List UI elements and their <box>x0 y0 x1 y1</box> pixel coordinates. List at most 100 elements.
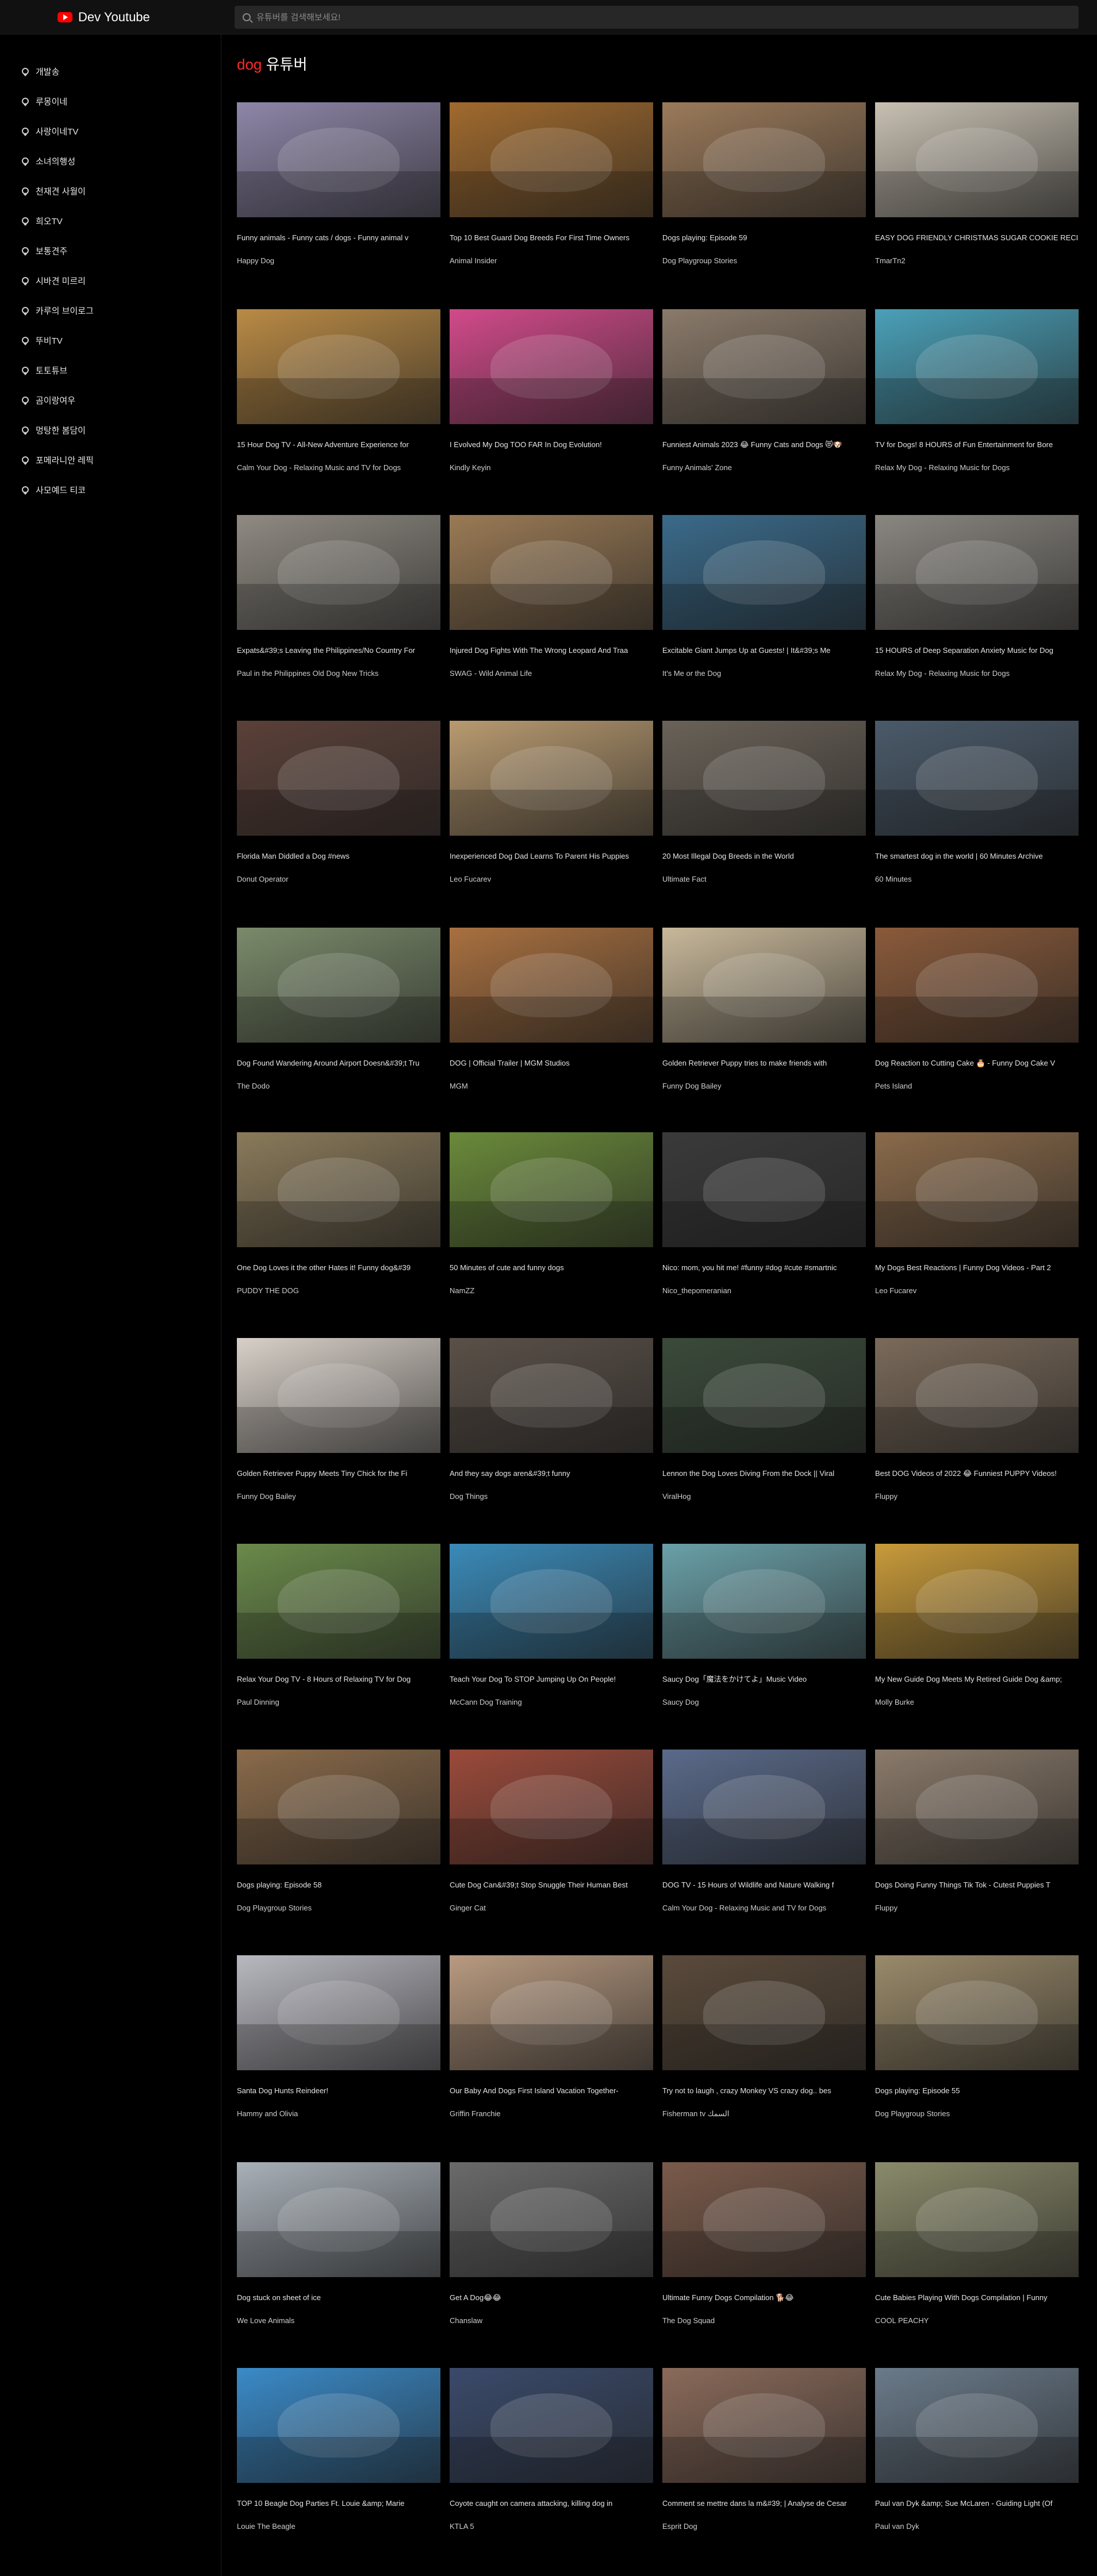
video-title[interactable]: 15 Hour Dog TV - All-New Adventure Exper… <box>237 440 440 449</box>
video-card[interactable]: Excitable Giant Jumps Up at Guests! | It… <box>662 515 866 705</box>
video-thumbnail[interactable] <box>450 928 653 1043</box>
video-title[interactable]: Excitable Giant Jumps Up at Guests! | It… <box>662 646 866 655</box>
channel-name[interactable]: Funny Dog Bailey <box>237 1492 440 1501</box>
video-card[interactable]: Paul van Dyk &amp; Sue McLaren - Guiding… <box>875 2368 1079 2558</box>
video-card[interactable]: Golden Retriever Puppy tries to make fri… <box>662 928 866 1117</box>
sidebar-item[interactable]: 포메라니안 레픽 <box>0 445 221 475</box>
video-thumbnail[interactable] <box>237 1132 440 1247</box>
channel-name[interactable]: Chanslaw <box>450 2316 653 2325</box>
video-card[interactable]: My New Guide Dog Meets My Retired Guide … <box>875 1544 1079 1733</box>
video-title[interactable]: I Evolved My Dog TOO FAR In Dog Evolutio… <box>450 440 653 449</box>
channel-name[interactable]: COOL PEACHY <box>875 2316 1079 2325</box>
video-thumbnail[interactable] <box>662 2162 866 2277</box>
channel-name[interactable]: Dog Things <box>450 1492 653 1501</box>
video-title[interactable]: Cute Dog Can&#39;t Stop Snuggle Their Hu… <box>450 1881 653 1890</box>
search-bar[interactable] <box>235 6 1079 29</box>
channel-name[interactable]: Dog Playgroup Stories <box>875 2109 1079 2119</box>
video-card[interactable]: Lennon the Dog Loves Diving From the Doc… <box>662 1338 866 1528</box>
video-thumbnail[interactable] <box>237 102 440 217</box>
video-title[interactable]: Dog Found Wandering Around Airport Doesn… <box>237 1059 440 1068</box>
home-logo[interactable]: Dev Youtube <box>57 8 150 26</box>
video-title[interactable]: Expats&#39;s Leaving the Philippines/No … <box>237 646 440 655</box>
channel-name[interactable]: Donut Operator <box>237 875 440 884</box>
video-thumbnail[interactable] <box>662 2368 866 2483</box>
channel-name[interactable]: Paul van Dyk <box>875 2522 1079 2531</box>
channel-name[interactable]: Funny Dog Bailey <box>662 1082 866 1091</box>
video-title[interactable]: Dogs playing: Episode 59 <box>662 233 866 243</box>
video-title[interactable]: 50 Minutes of cute and funny dogs <box>450 1263 653 1272</box>
video-thumbnail[interactable] <box>875 1544 1079 1659</box>
channel-name[interactable]: Kindly Keyin <box>450 463 653 472</box>
video-card[interactable]: DOG | Official Trailer | MGM Studios MGM <box>450 928 653 1117</box>
video-card[interactable]: Comment se mettre dans la m&#39; | Analy… <box>662 2368 866 2558</box>
channel-name[interactable]: Molly Burke <box>875 1698 1079 1707</box>
sidebar-item[interactable]: 곰이랑여우 <box>0 385 221 415</box>
video-thumbnail[interactable] <box>875 1955 1079 2070</box>
channel-name[interactable]: TmarTn2 <box>875 256 1079 266</box>
video-card[interactable]: Try not to laugh , crazy Monkey VS crazy… <box>662 1955 866 2145</box>
channel-name[interactable]: Relax My Dog - Relaxing Music for Dogs <box>875 463 1079 472</box>
channel-name[interactable]: Leo Fucarev <box>450 875 653 884</box>
channel-name[interactable]: Calm Your Dog - Relaxing Music and TV fo… <box>662 1904 866 1913</box>
video-title[interactable]: Injured Dog Fights With The Wrong Leopar… <box>450 646 653 655</box>
video-card[interactable]: Nico: mom, you hit me! #funny #dog #cute… <box>662 1132 866 1322</box>
video-title[interactable]: The smartest dog in the world | 60 Minut… <box>875 852 1079 861</box>
video-title[interactable]: EASY DOG FRIENDLY CHRISTMAS SUGAR COOKIE… <box>875 233 1079 243</box>
video-thumbnail[interactable] <box>875 928 1079 1043</box>
video-card[interactable]: One Dog Loves it the other Hates it! Fun… <box>237 1132 440 1322</box>
video-title[interactable]: Best DOG Videos of 2022 😂 Funniest PUPPY… <box>875 1469 1079 1478</box>
video-thumbnail[interactable] <box>450 1338 653 1453</box>
channel-name[interactable]: Nico_thepomeranian <box>662 1286 866 1295</box>
channel-name[interactable]: Hammy and Olivia <box>237 2109 440 2119</box>
video-thumbnail[interactable] <box>237 1544 440 1659</box>
video-card[interactable]: Dogs playing: Episode 58 Dog Playgroup St… <box>237 1750 440 1939</box>
channel-name[interactable]: Ultimate Fact <box>662 875 866 884</box>
video-thumbnail[interactable] <box>875 1750 1079 1864</box>
video-card[interactable]: Relax Your Dog TV - 8 Hours of Relaxing … <box>237 1544 440 1733</box>
video-title[interactable]: Florida Man Diddled a Dog #news <box>237 852 440 861</box>
video-title[interactable]: Golden Retriever Puppy Meets Tiny Chick … <box>237 1469 440 1478</box>
video-title[interactable]: Try not to laugh , crazy Monkey VS crazy… <box>662 2086 866 2096</box>
sidebar-item[interactable]: 보통견주 <box>0 236 221 266</box>
video-card[interactable]: Dogs Doing Funny Things Tik Tok - Cutest… <box>875 1750 1079 1939</box>
video-title[interactable]: Funniest Animals 2023 😂 Funny Cats and D… <box>662 440 866 449</box>
video-thumbnail[interactable] <box>237 2162 440 2277</box>
video-card[interactable]: I Evolved My Dog TOO FAR In Dog Evolutio… <box>450 309 653 499</box>
video-thumbnail[interactable] <box>662 309 866 424</box>
video-thumbnail[interactable] <box>450 1955 653 2070</box>
video-title[interactable]: My Dogs Best Reactions | Funny Dog Video… <box>875 1263 1079 1272</box>
video-title[interactable]: Our Baby And Dogs First Island Vacation … <box>450 2086 653 2096</box>
video-thumbnail[interactable] <box>662 1955 866 2070</box>
video-title[interactable]: Dogs playing: Episode 58 <box>237 1881 440 1890</box>
video-title[interactable]: One Dog Loves it the other Hates it! Fun… <box>237 1263 440 1272</box>
video-card[interactable]: Dogs playing: Episode 59 Dog Playgroup St… <box>662 102 866 292</box>
video-card[interactable]: Teach Your Dog To STOP Jumping Up On Peo… <box>450 1544 653 1733</box>
video-thumbnail[interactable] <box>237 309 440 424</box>
video-title[interactable]: Relax Your Dog TV - 8 Hours of Relaxing … <box>237 1675 440 1684</box>
channel-name[interactable]: We Love Animals <box>237 2316 440 2325</box>
channel-name[interactable]: MGM <box>450 1082 653 1091</box>
video-title[interactable]: Top 10 Best Guard Dog Breeds For First T… <box>450 233 653 243</box>
video-thumbnail[interactable] <box>662 721 866 836</box>
channel-name[interactable]: Esprit Dog <box>662 2522 866 2531</box>
video-title[interactable]: Dogs playing: Episode 55 <box>875 2086 1079 2096</box>
sidebar-item[interactable]: 희오TV <box>0 206 221 236</box>
video-thumbnail[interactable] <box>450 1544 653 1659</box>
video-title[interactable]: Dogs Doing Funny Things Tik Tok - Cutest… <box>875 1881 1079 1890</box>
channel-name[interactable]: Funny Animals' Zone <box>662 463 866 472</box>
video-card[interactable]: Coyote caught on camera attacking, killi… <box>450 2368 653 2558</box>
video-title[interactable]: TV for Dogs! 8 HOURS of Fun Entertainmen… <box>875 440 1079 449</box>
channel-name[interactable]: Leo Fucarev <box>875 1286 1079 1295</box>
video-title[interactable]: TOP 10 Beagle Dog Parties Ft. Louie &amp… <box>237 2499 440 2508</box>
video-thumbnail[interactable] <box>450 309 653 424</box>
video-thumbnail[interactable] <box>450 721 653 836</box>
sidebar-item[interactable]: 토토튜브 <box>0 355 221 385</box>
video-card[interactable]: EASY DOG FRIENDLY CHRISTMAS SUGAR COOKIE… <box>875 102 1079 292</box>
channel-name[interactable]: Ginger Cat <box>450 1904 653 1913</box>
video-thumbnail[interactable] <box>875 515 1079 630</box>
video-thumbnail[interactable] <box>662 102 866 217</box>
video-title[interactable]: Cute Babies Playing With Dogs Compilatio… <box>875 2293 1079 2302</box>
video-card[interactable]: Santa Dog Hunts Reindeer! Hammy and Olivi… <box>237 1955 440 2145</box>
video-card[interactable]: 20 Most Illegal Dog Breeds in the World U… <box>662 721 866 910</box>
video-card[interactable]: Florida Man Diddled a Dog #news Donut Ope… <box>237 721 440 910</box>
